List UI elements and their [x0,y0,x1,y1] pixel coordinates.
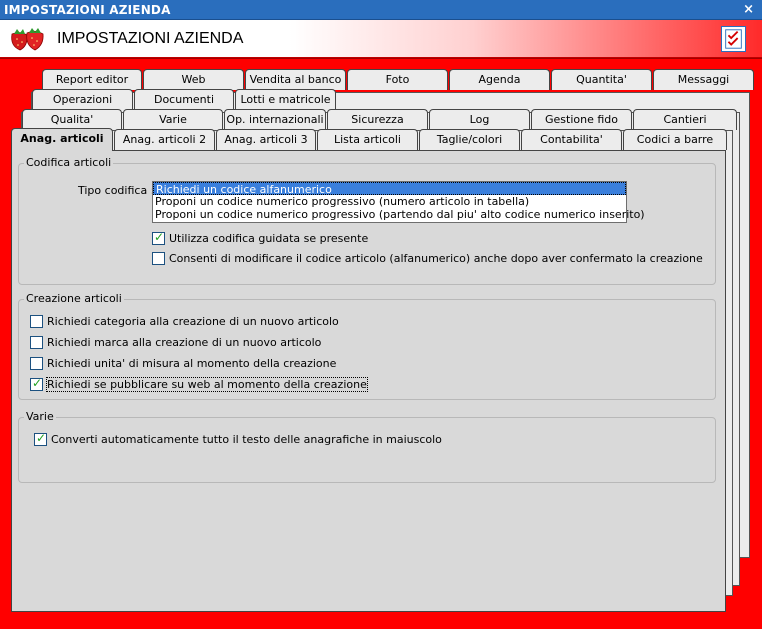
tab-op-internazionali[interactable]: Op. internazionali [224,109,326,130]
converti-maiuscolo-checkbox[interactable]: Converti automaticamente tutto il testo … [34,431,442,447]
checkbox-box[interactable] [30,335,43,349]
checkbox-box[interactable] [152,230,165,245]
tab-codici-a-barre[interactable]: Codici a barre [623,129,727,150]
tab-report-editor[interactable]: Report editor [42,69,142,90]
window-title: IMPOSTAZIONI AZIENDA [4,3,171,17]
checkbox-label: Converti automaticamente tutto il testo … [51,432,442,446]
checklist-icon[interactable] [721,26,746,52]
checkbox-box[interactable] [30,356,43,370]
checkbox-box[interactable] [34,431,47,446]
tab-taglie-colori[interactable]: Taglie/colori [419,129,520,150]
tab-gestione-fido[interactable]: Gestione fido [531,109,632,130]
checkbox-label: Richiedi marca alla creazione di un nuov… [47,335,322,349]
tipo-codifica-option[interactable]: Richiedi un codice alfanumerico [153,182,626,196]
tab-operazioni[interactable]: Operazioni [32,89,133,110]
tab-documenti[interactable]: Documenti [134,89,234,110]
tab-sicurezza[interactable]: Sicurezza [327,109,428,130]
checkbox-box[interactable] [152,251,165,265]
window-title-bar: IMPOSTAZIONI AZIENDA × [0,0,762,20]
tab-agenda[interactable]: Agenda [449,69,550,90]
checkbox-box[interactable] [30,314,43,328]
group-codifica-articoli-title: Codifica articoli [24,156,114,169]
tab-messaggi[interactable]: Messaggi [653,69,754,90]
tab-varie[interactable]: Varie [123,109,223,130]
tab-foto[interactable]: Foto [347,69,448,90]
tipo-codifica-option[interactable]: Proponi un codice numerico progressivo (… [153,195,626,208]
header-banner: IMPOSTAZIONI AZIENDA [0,20,762,58]
tipo-codifica-listbox[interactable]: Richiedi un codice alfanumerico Proponi … [152,181,645,223]
richiedi-categoria-checkbox[interactable]: Richiedi categoria alla creazione di un … [30,313,339,329]
group-varie [18,417,716,483]
tipo-codifica-option[interactable]: Proponi un codice numerico progressivo (… [153,208,645,221]
group-varie-title: Varie [24,410,56,423]
checkbox-label: Utilizza codifica guidata se presente [169,231,369,245]
tab-lotti-e-matricole[interactable]: Lotti e matricole [235,89,336,110]
tab-lista-articoli[interactable]: Lista articoli [317,129,418,150]
tab-log[interactable]: Log [429,109,530,130]
tab-vendita-al-banco[interactable]: Vendita al banco [245,69,346,90]
checkbox-label: Richiedi se pubblicare su web al momento… [46,376,368,392]
group-creazione-articoli-title: Creazione articoli [24,292,124,305]
tab-quantita[interactable]: Quantita' [551,69,652,90]
richiedi-marca-checkbox[interactable]: Richiedi marca alla creazione di un nuov… [30,334,321,350]
consenti-modificare-codice-checkbox[interactable]: Consenti di modificare il codice articol… [152,250,703,266]
tab-anag-articoli-3[interactable]: Anag. articoli 3 [216,129,316,150]
tab-cantieri[interactable]: Cantieri [633,109,737,130]
checkbox-label: Consenti di modificare il codice articol… [169,251,703,265]
close-icon[interactable]: × [743,2,754,17]
checkbox-label: Richiedi unita' di misura al momento del… [47,356,337,370]
header-title: IMPOSTAZIONI AZIENDA [57,30,244,47]
checkbox-box[interactable] [30,376,43,391]
tab-qualita[interactable]: Qualita' [22,109,122,130]
tab-anag-articoli[interactable]: Anag. articoli [11,128,113,151]
tab-anag-articoli-2[interactable]: Anag. articoli 2 [114,129,215,150]
checkbox-label: Richiedi categoria alla creazione di un … [47,314,339,328]
tipo-codifica-label: Tipo codifica : [78,184,155,197]
richiedi-unita-misura-checkbox[interactable]: Richiedi unita' di misura al momento del… [30,355,336,371]
tab-contabilita[interactable]: Contabilita' [521,129,622,150]
richiedi-pubblicare-web-checkbox[interactable]: Richiedi se pubblicare su web al momento… [30,376,368,392]
utilizza-codifica-guidata-checkbox[interactable]: Utilizza codifica guidata se presente [152,230,368,246]
strawberry-icon [11,28,44,51]
tab-web[interactable]: Web [143,69,244,90]
tab-panel-anag-articoli: Codifica articoli Tipo codifica : Richie… [11,150,726,612]
